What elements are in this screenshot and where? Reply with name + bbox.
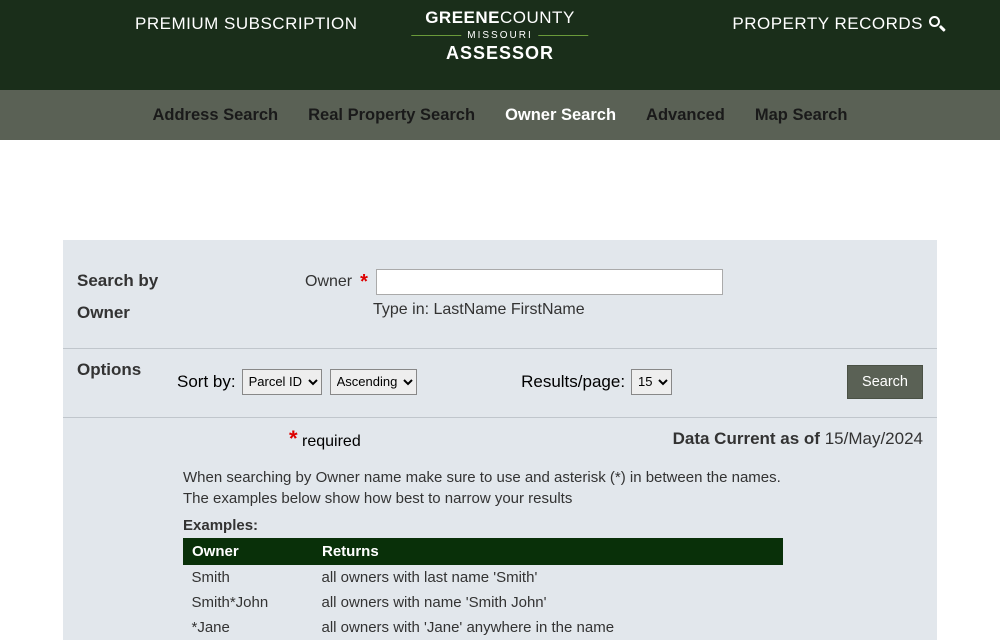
results-per-page-label: Results/page: (521, 372, 625, 392)
options-row: Options Sort by: Parcel ID Ascending Res… (63, 349, 937, 418)
examples-p1: When searching by Owner name make sure t… (183, 469, 923, 486)
logo-role: ASSESSOR (411, 43, 588, 64)
logo-county: COUNTY (500, 8, 575, 27)
logo-state: MISSOURI (467, 30, 532, 41)
required-note: * required (77, 428, 361, 451)
tab-real-property-search[interactable]: Real Property Search (308, 106, 475, 125)
premium-subscription-link[interactable]: PREMIUM SUBSCRIPTION (135, 14, 358, 34)
results-per-page-select[interactable]: 15 (631, 369, 672, 395)
sort-direction-select[interactable]: Ascending (330, 369, 417, 395)
owner-field-label: Owner (305, 273, 352, 291)
section-label-options: Options (77, 349, 177, 399)
sort-by-label: Sort by: (177, 372, 236, 392)
site-logo[interactable]: GREENECOUNTY MISSOURI ASSESSOR (411, 8, 588, 64)
property-records-label: PROPERTY RECORDS (732, 14, 923, 34)
top-header: PREMIUM SUBSCRIPTION GREENECOUNTY MISSOU… (0, 0, 1000, 90)
examples-header: Examples: (183, 517, 923, 534)
info-row: * required Data Current as of 15/May/202… (63, 418, 937, 451)
owner-input[interactable] (376, 269, 723, 295)
main-nav: Address Search Real Property Search Owne… (0, 90, 1000, 140)
logo-bar-left (411, 35, 461, 36)
sort-field-select[interactable]: Parcel ID (242, 369, 322, 395)
tab-advanced[interactable]: Advanced (646, 106, 725, 125)
col-owner: Owner (184, 538, 314, 564)
logo-greene: GREENE (425, 8, 500, 27)
property-records-link[interactable]: PROPERTY RECORDS (732, 14, 945, 34)
tab-map-search[interactable]: Map Search (755, 106, 848, 125)
required-star-icon: * (360, 272, 368, 292)
section-label-search-by: Search by Owner (77, 265, 177, 330)
examples-table: Owner Returns Smithall owners with last … (183, 538, 783, 640)
examples-section: When searching by Owner name make sure t… (63, 451, 937, 640)
logo-bar-right (539, 35, 589, 36)
col-returns: Returns (314, 538, 783, 564)
data-current-as-of: Data Current as of 15/May/2024 (673, 429, 923, 449)
search-icon (929, 16, 945, 32)
tab-owner-search[interactable]: Owner Search (505, 106, 616, 125)
table-row: Smith*Johnall owners with name 'Smith Jo… (184, 590, 783, 615)
search-panel: Search by Owner Owner * Type in: LastNam… (63, 240, 937, 640)
owner-hint: Type in: LastName FirstName (177, 301, 923, 319)
table-row: Smithall owners with last name 'Smith' (184, 564, 783, 590)
examples-p2: The examples below show how best to narr… (183, 490, 923, 507)
table-row: *Janeall owners with 'Jane' anywhere in … (184, 615, 783, 640)
search-button[interactable]: Search (847, 365, 923, 399)
tab-address-search[interactable]: Address Search (152, 106, 278, 125)
search-by-row: Search by Owner Owner * Type in: LastNam… (63, 265, 937, 349)
